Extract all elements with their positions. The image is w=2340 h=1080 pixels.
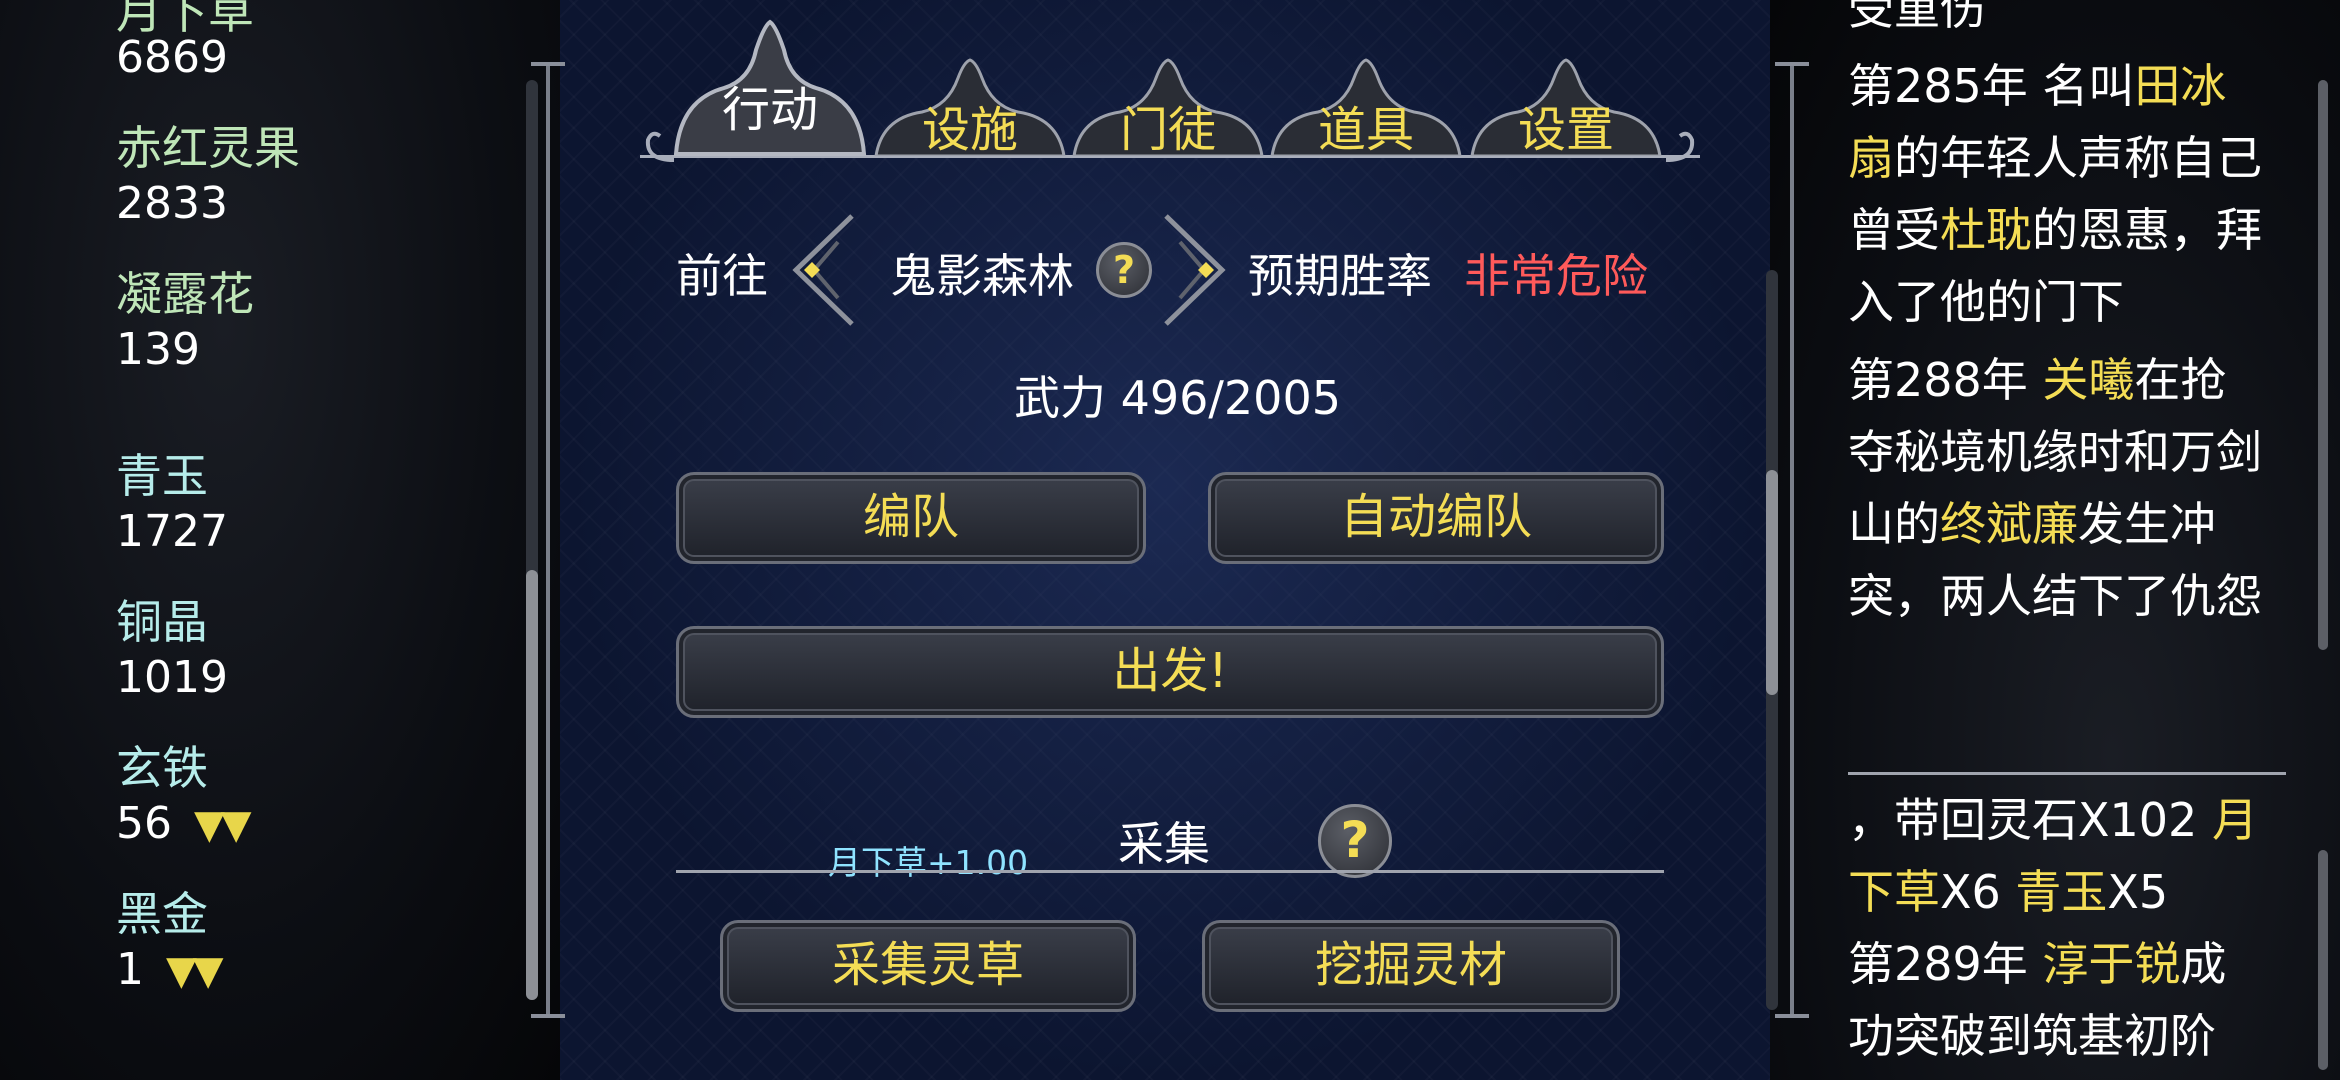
resource-name: 青玉	[116, 449, 208, 503]
tab-label: 道具	[1317, 104, 1414, 157]
resource-value: 56 ▼▼	[116, 798, 251, 849]
goto-label: 前往	[676, 249, 768, 303]
log-name: 青玉	[2015, 865, 2108, 919]
log-divider	[1848, 772, 2286, 775]
log-bottom-scrollbar-thumb[interactable]	[2318, 850, 2328, 1070]
decrease-arrows-icon: ▼▼	[166, 948, 223, 994]
resource-name: 赤红灵果	[116, 121, 300, 175]
location-name: 鬼影森林	[890, 249, 1074, 303]
gather-divider	[676, 870, 1664, 873]
log-name: 杜耽	[1940, 203, 2032, 257]
decrease-arrows-icon: ▼▼	[194, 802, 251, 848]
log-entry: ，带回灵石X102 月下草X6 青玉X5	[1848, 784, 2268, 928]
log-text: X5	[2107, 865, 2169, 919]
resource-name: 铜晶	[116, 595, 208, 649]
dig-material-button[interactable]: 挖掘灵材	[1202, 920, 1620, 1012]
tab-bar-right-ornament	[1665, 131, 1695, 162]
log-name: 关曦	[2042, 353, 2135, 407]
log-entry: 第285年 名叫田冰扇的年轻人声称自己曾受杜耽的恩惠，拜入了他的门下	[1848, 50, 2268, 338]
location-help-icon[interactable]: ?	[1096, 242, 1152, 298]
resource-name: 玄铁	[116, 741, 208, 795]
left-rail-cap-top	[531, 62, 565, 66]
resource-value-number: 1	[116, 944, 144, 995]
resource-name: 凝露花	[116, 267, 254, 321]
log-text: 第288年	[1848, 353, 2043, 407]
resource-name: 黑金	[116, 887, 208, 941]
resource-value: 2833	[116, 178, 228, 229]
center-scrollbar-thumb[interactable]	[1766, 470, 1778, 695]
left-divider-rail	[546, 62, 550, 1018]
tab-label: 设置	[1517, 104, 1614, 157]
tab-facilities[interactable]: 设施	[872, 56, 1068, 157]
resource-value-number: 56	[116, 798, 172, 849]
tab-settings[interactable]: 设置	[1468, 56, 1664, 157]
right-rail-cap-bottom	[1775, 1014, 1809, 1018]
event-log-bottom[interactable]: ，带回灵石X102 月下草X6 青玉X5 第289年 淳于锐成功突破到筑基初阶	[1848, 784, 2268, 1072]
power-value: 武力 496/2005	[1014, 371, 1341, 425]
right-divider-rail	[1790, 62, 1794, 1018]
win-rate-label: 预期胜率	[1248, 249, 1432, 303]
log-top-scrollbar-thumb[interactable]	[2318, 80, 2328, 650]
tab-items[interactable]: 道具	[1268, 56, 1464, 157]
next-location-arrow-icon[interactable]	[1162, 212, 1232, 328]
tab-action[interactable]: 行动	[672, 14, 868, 156]
resource-value: 1727	[116, 506, 228, 557]
resource-value: 1019	[116, 652, 228, 703]
log-name: 终斌廉	[1940, 497, 2078, 551]
resource-value: 139	[116, 324, 200, 375]
depart-button[interactable]: 出发!	[676, 626, 1664, 718]
resource-value: 6869	[116, 32, 228, 83]
auto-formation-button[interactable]: 自动编队	[1208, 472, 1664, 564]
log-text: 第289年	[1848, 937, 2043, 991]
right-rail-cap-top	[1775, 62, 1809, 66]
tab-disciples[interactable]: 门徒	[1070, 56, 1266, 157]
log-entry: 第288年 关曦在抢夺秘境机缘时和万剑山的终斌廉发生冲突，两人结下了仇怨	[1848, 344, 2268, 632]
left-rail-cap-bottom	[531, 1014, 565, 1018]
log-entry-cut: 受重伤	[1848, 0, 1986, 35]
prev-location-arrow-icon[interactable]	[786, 212, 856, 328]
win-rate-value: 非常危险	[1464, 249, 1648, 303]
resource-value: 1 ▼▼	[116, 944, 223, 995]
log-entry: 第289年 淳于锐成功突破到筑基初阶	[1848, 928, 2268, 1072]
tab-label: 行动	[721, 84, 818, 137]
log-text: 第285年 名叫	[1848, 59, 2135, 113]
log-text: X6	[1940, 865, 2016, 919]
gather-title: 采集	[1118, 817, 1210, 871]
event-log-top[interactable]: 受重伤 第285年 名叫田冰扇的年轻人声称自己曾受杜耽的恩惠，拜入了他的门下 第…	[1848, 0, 2268, 632]
tab-label: 门徒	[1119, 104, 1216, 157]
gather-herb-button[interactable]: 采集灵草	[720, 920, 1136, 1012]
gather-floating-text: 月下草+1.00	[828, 843, 1029, 882]
formation-button[interactable]: 编队	[676, 472, 1146, 564]
gather-help-icon[interactable]: ?	[1318, 804, 1392, 878]
left-scrollbar-thumb[interactable]	[526, 570, 538, 1000]
tab-label: 设施	[921, 104, 1018, 157]
log-name: 淳于锐	[2042, 937, 2181, 991]
log-text: ，带回灵石X102	[1848, 793, 2212, 847]
